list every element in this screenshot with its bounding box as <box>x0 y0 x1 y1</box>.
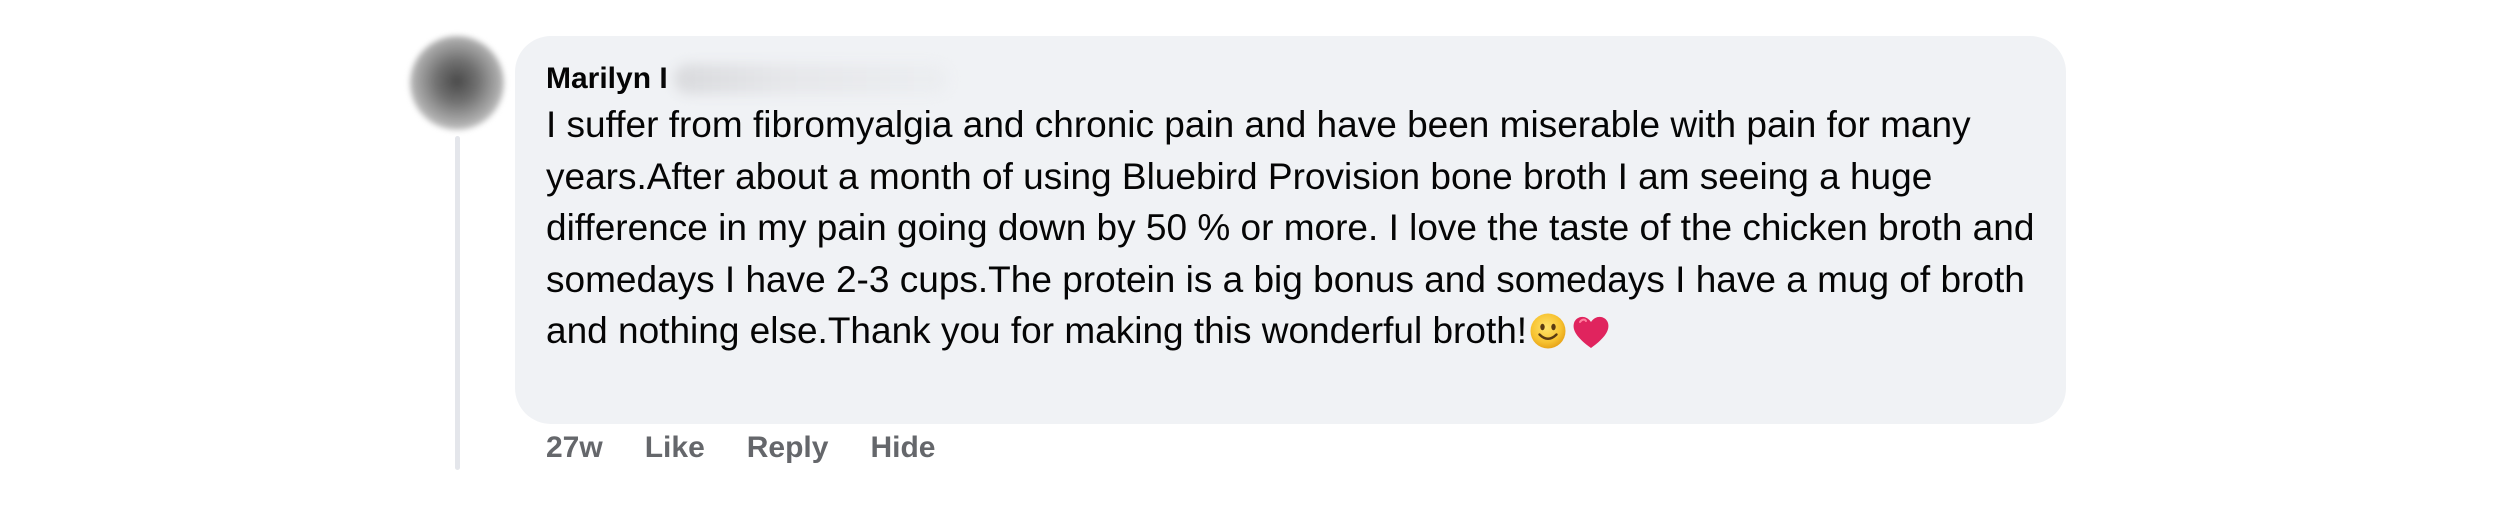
like-button[interactable]: Like <box>645 431 705 465</box>
red-heart-emoji-icon <box>1573 316 1609 348</box>
comment-timestamp[interactable]: 27w <box>546 431 603 465</box>
comment-body: I suffer from fibromyalgia and chronic p… <box>546 99 2046 357</box>
thread-line <box>455 136 460 470</box>
author-name[interactable]: Marilyn I <box>546 55 668 103</box>
author-name-redaction <box>673 64 949 94</box>
reply-button[interactable]: Reply <box>747 431 829 465</box>
smiling-face-emoji-icon <box>1530 313 1566 349</box>
author-row: Marilyn I <box>546 55 949 103</box>
comment-actions: 27w Like Reply Hide <box>546 426 977 470</box>
hide-button[interactable]: Hide <box>870 431 935 465</box>
avatar[interactable] <box>410 36 504 130</box>
comment-text: I suffer from fibromyalgia and chronic p… <box>546 104 2035 351</box>
